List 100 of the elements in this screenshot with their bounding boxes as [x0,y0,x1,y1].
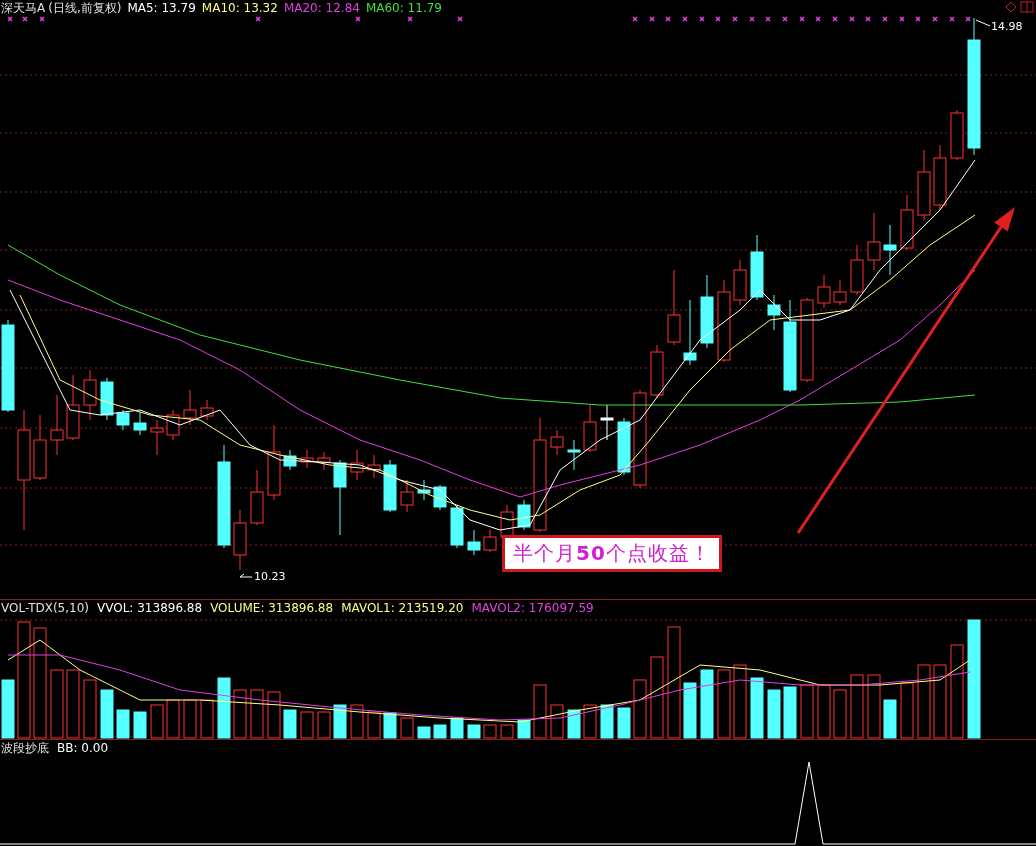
volume-bar [317,711,331,739]
chart-period: (日线,前复权) [48,0,122,16]
candlestick [283,449,297,471]
diamond-icon[interactable] [1005,1,1017,13]
volume-bar [550,704,564,739]
candlestick [100,377,114,421]
candlestick [483,529,497,553]
panel-title: VOL-TDX(5,10) [1,600,90,616]
volume-bar [617,707,631,739]
volume-bar [700,669,714,739]
candlestick [166,409,180,441]
candlestick [950,109,964,161]
volume-bar [583,704,597,739]
indicator-value: BB: 0.00 [57,740,109,756]
volume-bar [750,677,764,739]
volume-bar [1,679,15,739]
candlestick [767,294,781,331]
volume-bar [900,682,914,739]
indicator-value: VOLUME: 313896.88 [210,600,334,616]
candlestick [900,194,914,251]
candlestick [317,451,331,471]
candlestick [917,149,931,221]
candlestick [417,479,431,501]
volume-bar [267,691,281,739]
volume-bar [867,674,881,739]
volume-bar [383,712,397,739]
volume-bar [883,699,897,739]
low-price-label: 10.23 [254,570,286,585]
indicator-value: MA10: 13.32 [201,0,278,16]
candlestick [517,499,531,531]
volume-bar [517,719,531,739]
indicator-value: MA60: 11.79 [365,0,442,16]
volume-bar [150,704,164,739]
indicator-value: MA5: 13.79 [127,0,196,16]
candlestick [383,459,397,513]
candlestick [583,404,597,453]
panel-layout-icon[interactable] [1020,1,1034,13]
volume-bar [533,684,547,739]
volume-bar [450,717,464,739]
volume-bar [500,724,514,739]
candlestick [133,411,147,436]
volume-bar [783,686,797,739]
volume-bar [83,679,97,739]
volume-bar [217,677,231,739]
volume-bar [767,689,781,739]
volume-bar [483,724,497,739]
candlestick [150,419,164,456]
volume-bar [633,679,647,739]
candlestick [300,449,314,469]
volume-bar [50,669,64,739]
volume-bar [133,711,147,739]
volume-bar [817,684,831,739]
candlestick [66,374,80,441]
volume-bar [116,709,130,739]
volume-bar [433,724,447,739]
volume-bar [600,704,614,739]
candlestick [600,404,614,441]
volume-bar [833,689,847,739]
volume-bar [367,711,381,739]
candlestick [250,469,264,526]
volume-bar [300,711,314,739]
candlestick [83,369,97,421]
volume-bar [417,726,431,739]
volume-bar [800,684,814,739]
candlestick [850,244,864,296]
indicator-value: MAVOL1: 213519.20 [341,600,464,616]
candlestick [467,529,481,556]
candlestick [50,394,64,456]
volume-bar [467,724,481,739]
low-leader-line [239,573,253,578]
candlestick [183,389,197,426]
candlestick [33,414,47,481]
high-price-label: 14.98 [991,20,1023,35]
indicator-value: MA20: 12.84 [283,0,360,16]
volume-bar [250,689,264,739]
volume-bar [166,699,180,739]
candlestick [617,417,631,476]
candlestick [883,224,897,276]
volume-bar [567,709,581,739]
indicator-value: VVOL: 313896.88 [97,600,203,616]
candlestick [400,479,414,513]
stock-name: 深天马A [1,0,46,16]
candlestick [933,144,947,211]
candlestick [650,344,664,399]
high-leader-line [975,19,991,27]
candlestick [367,454,381,479]
candlestick [750,234,764,301]
volume-bar [717,669,731,739]
candlestick [683,299,697,366]
candlestick [350,449,364,481]
panel-title: 波段抄底 [1,740,49,756]
candlestick [433,484,447,511]
volume-bar [683,682,697,739]
candlestick [733,259,747,306]
volume-bar [233,689,247,739]
candlestick [817,274,831,309]
candlestick [833,279,847,306]
candlestick [116,409,130,431]
volume-bar [183,699,197,739]
volume-bar [400,717,414,739]
